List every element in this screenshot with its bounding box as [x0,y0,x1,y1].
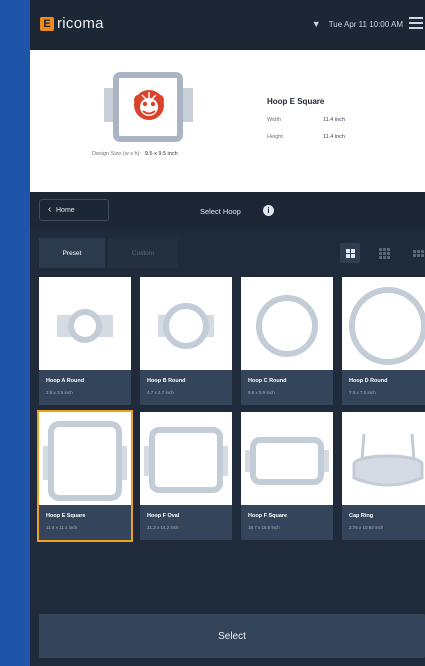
hoop-name: Hoop F Oval [147,513,180,519]
hoop-clamp-right [183,88,193,122]
hoop-square-wide-icon [245,437,329,485]
home-button[interactable]: ‹ Home [39,199,109,221]
hoop-size: 4.7 x 4.7 inch [147,390,174,395]
home-label: Home [56,206,75,214]
list-view-icon[interactable] [408,243,425,263]
hoop-name: Hoop E Square [46,513,86,519]
hoop-cap-icon [352,433,424,487]
hoop-round-m-icon [158,303,214,349]
hoop-thumbnail [39,412,131,505]
hoop-thumbnail [241,277,333,370]
design-size-label: Design Size (w x h): [92,151,141,157]
hoop-size: 15.7 x 15.5 inch [248,525,280,530]
hoop-name: Hoop A Round [46,378,85,384]
large-grid-view-icon[interactable] [340,243,360,263]
datetime: Tue Apr 11 10:00 AM [328,19,403,29]
hoop-name: Hoop C Round [248,378,287,384]
hoop-thumbnail [342,412,425,505]
hoop-size: 2.76 x 10.93 inch [349,525,384,530]
hoop-card[interactable]: Hoop B Round 4.7 x 4.7 inch [140,277,232,405]
ricoma-logo: E ricoma [40,15,104,32]
hoop-thumbnail [140,277,232,370]
hoop-name: Hoop B Round [147,378,186,384]
hoop-card[interactable]: Hoop A Round 3.5 x 3.5 inch [39,277,131,405]
hoop-card-footer: Cap Ring 2.76 x 10.93 inch [342,505,425,540]
page-header: ‹ Home Select Hoop i [30,192,425,230]
hoop-round-s-icon [57,309,113,343]
hoop-card[interactable]: Hoop F Square 15.7 x 15.5 inch [241,412,333,540]
hoop-thumbnail [39,277,131,370]
design-size-value: 9.5 x 9.5 inch [144,151,178,157]
top-bar: E ricoma ▼ Tue Apr 11 10:00 AM [30,0,425,50]
logo-mark: E [40,16,54,31]
status-area: ▼ Tue Apr 11 10:00 AM [312,19,403,29]
hoop-round-xl-icon [349,287,425,365]
width-label: Width [267,117,282,123]
hoop-size: 21.3 x 14.2 inch [147,525,179,530]
hoop-name: Hoop F Square [248,513,288,519]
design-preview-icon [134,90,164,120]
hoop-card-footer: Hoop E Square 11.4 x 11.4 inch [39,505,131,540]
hoop-name: Hoop D Round [349,378,388,384]
hoop-thumbnail [140,412,232,505]
selected-hoop-title: Hoop E Square [267,97,325,106]
wifi-icon: ▼ [311,19,321,29]
menu-icon[interactable] [409,17,423,32]
select-button[interactable]: Select [39,614,425,658]
hoop-card[interactable]: Hoop E Square 11.4 x 11.4 inch [37,410,133,542]
hoop-preview-panel: Design Size (w x h): 9.5 x 9.5 inch Hoop … [30,50,425,192]
hoop-size: 5.9 x 5.9 inch [248,390,275,395]
hoop-square-icon [43,421,127,501]
hoop-card-footer: Hoop F Square 15.7 x 15.5 inch [241,505,333,540]
hoop-card-footer: Hoop B Round 4.7 x 4.7 inch [140,370,232,405]
hoop-name: Cap Ring [349,513,374,519]
hoop-preview-image [113,72,183,142]
hoop-card[interactable]: Hoop D Round 7.5 x 7.5 inch [342,277,425,405]
tablet-screen: E ricoma ▼ Tue Apr 11 10:00 AM Design Si… [30,0,425,666]
page-title: Select Hoop [200,207,241,216]
height-value: 11.4 inch [323,134,345,140]
hoop-card[interactable]: Cap Ring 2.76 x 10.93 inch [342,412,425,540]
width-value: 11.4 inch [323,117,345,123]
tab-preset[interactable]: Preset [39,238,105,268]
chevron-left-icon: ‹ [48,204,52,215]
tab-custom[interactable]: Custom [108,238,178,268]
height-label: Height [267,134,283,140]
width-spec: Width 11.4 inch [267,117,345,123]
hoop-card-footer: Hoop D Round 7.5 x 7.5 inch [342,370,425,405]
logo-text: ricoma [57,15,104,32]
hoop-thumbnail [241,412,333,505]
hoop-card[interactable]: Hoop C Round 5.9 x 5.9 inch [241,277,333,405]
hoop-round-l-icon [256,295,318,357]
hoop-card-footer: Hoop A Round 3.5 x 3.5 inch [39,370,131,405]
height-spec: Height 11.4 inch [267,134,345,140]
tab-row: Preset Custom [30,230,425,268]
hoop-thumbnail [342,277,425,370]
design-size: Design Size (w x h): 9.5 x 9.5 inch [92,151,178,157]
hoop-card-footer: Hoop F Oval 21.3 x 14.2 inch [140,505,232,540]
hoop-size: 3.5 x 3.5 inch [46,390,73,395]
hoop-card-footer: Hoop C Round 5.9 x 5.9 inch [241,370,333,405]
hoop-card[interactable]: Hoop F Oval 21.3 x 14.2 inch [140,412,232,540]
small-grid-view-icon[interactable] [374,243,394,263]
info-icon[interactable]: i [263,205,274,216]
hoop-size: 11.4 x 11.4 inch [46,525,78,530]
hoop-size: 7.5 x 7.5 inch [349,390,376,395]
hoop-oval-icon [144,427,228,493]
hoop-grid: Hoop A Round 3.5 x 3.5 inch Hoop B Round 4.… [30,268,425,588]
